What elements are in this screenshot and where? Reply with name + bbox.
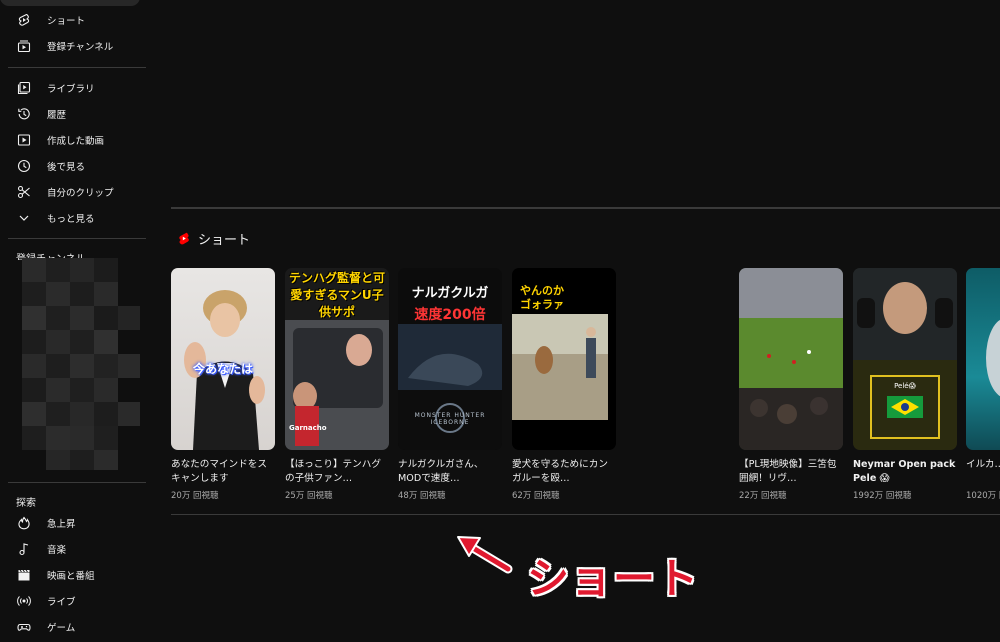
shorts-thumbnail[interactable] — [966, 268, 1000, 450]
shorts-card[interactable]: イルカ…やべぇ… 1020万 回 — [966, 268, 1000, 501]
sidebar-item-your-videos[interactable]: 作成した動画 — [0, 127, 146, 153]
sidebar-divider — [8, 238, 146, 239]
shorts-card[interactable]: 【PL現地映像】三笘包囲網！リヴ… 22万 回視聴 — [739, 268, 843, 501]
sidebar: ショート 登録チャンネル ライブラリ 履歴 作成した動画 後で見る 自分のクリッ… — [0, 0, 146, 642]
sidebar-item-watch-later[interactable]: 後で見る — [0, 153, 146, 179]
shorts-card[interactable]: テンハグ監督と可愛すぎるマンU子供サポ Garnacho 【ほっこり】テンハグの… — [285, 268, 389, 501]
thumbnail-image — [739, 268, 843, 450]
your-videos-icon — [17, 133, 31, 147]
shorts-thumbnail[interactable]: Pelé😱 — [853, 268, 957, 450]
shorts-thumbnail[interactable]: やんのか ゴォラァ — [512, 268, 616, 450]
shorts-title[interactable]: 愛犬を守るためにカンガルーを殴… — [512, 458, 616, 486]
shorts-icon — [17, 13, 31, 27]
shorts-heading: ショート — [198, 233, 251, 248]
shorts-views: 48万 回視聴 — [398, 491, 446, 501]
shorts-card[interactable]: Pelé😱 Neymar Open pack Pele 😱 1992万 回視聴 — [853, 268, 957, 501]
shorts-title[interactable]: 【ほっこり】テンハグの子供ファン… — [285, 458, 389, 486]
thumbnail-image — [853, 268, 957, 450]
sidebar-item-label: 履歴 — [47, 110, 67, 121]
subscriptions-list-mosaic — [22, 258, 140, 470]
history-icon — [17, 107, 31, 121]
sidebar-item-history[interactable]: 履歴 — [0, 101, 146, 127]
sidebar-item-music[interactable]: 音楽 — [0, 536, 146, 562]
sidebar-item-label: 自分のクリップ — [47, 188, 114, 199]
sidebar-item-trending[interactable]: 急上昇 — [0, 510, 146, 536]
shorts-views: 1992万 回視聴 — [853, 491, 912, 501]
sidebar-item-label: 急上昇 — [47, 519, 76, 530]
library-icon — [17, 81, 31, 95]
sidebar-divider — [8, 482, 146, 483]
trending-icon — [17, 516, 31, 530]
annotation-label: ショート — [527, 554, 700, 603]
sidebar-item-label: ライブ — [47, 597, 76, 608]
sidebar-item-live[interactable]: ライブ — [0, 588, 146, 614]
sidebar-item-library[interactable]: ライブラリ — [0, 75, 146, 101]
annotation-arrow-icon — [457, 536, 513, 574]
sidebar-item-label: 作成した動画 — [47, 136, 105, 147]
thumbnail-caption: ナルガクルガ — [411, 286, 489, 301]
shorts-views: 1020万 回 — [966, 491, 1000, 501]
section-divider-top — [171, 207, 1000, 209]
shorts-section-header: ショート — [178, 229, 250, 248]
shorts-thumbnail[interactable]: 今あなたは — [171, 268, 275, 450]
thumbnail-watermark: Garnacho — [289, 424, 327, 432]
sidebar-item-gaming[interactable]: ゲーム — [0, 614, 146, 640]
sidebar-item-clips[interactable]: 自分のクリップ — [0, 179, 146, 205]
sidebar-selected-item[interactable] — [0, 0, 140, 6]
thumbnail-caption-2: 速度200倍 — [414, 307, 486, 323]
shorts-thumbnail[interactable] — [739, 268, 843, 450]
shorts-views: 62万 回視聴 — [512, 491, 560, 501]
live-icon — [17, 594, 31, 608]
shorts-logo-icon — [179, 232, 189, 244]
sidebar-show-more[interactable]: もっと見る — [0, 205, 146, 231]
sidebar-item-movies[interactable]: 映画と番組 — [0, 562, 146, 588]
shorts-card[interactable]: やんのか ゴォラァ 愛犬を守るためにカンガルーを殴… 62万 回視聴 — [512, 268, 616, 501]
shorts-title[interactable]: 【PL現地映像】三笘包囲網！リヴ… — [739, 458, 843, 486]
thumbnail-caption-2: ゴォラァ — [520, 298, 564, 311]
shorts-title[interactable]: Neymar Open pack Pele 😱 — [853, 458, 957, 486]
sidebar-divider — [8, 67, 146, 68]
chevron-down-icon — [17, 211, 31, 225]
shorts-thumbnail[interactable]: テンハグ監督と可愛すぎるマンU子供サポ Garnacho — [285, 268, 389, 450]
shorts-views: 22万 回視聴 — [739, 491, 787, 501]
sidebar-item-shorts[interactable]: ショート — [0, 7, 146, 33]
shorts-title[interactable]: ナルガクルガさん、MODで速度… — [398, 458, 502, 486]
section-divider-bottom — [171, 514, 1000, 515]
sidebar-item-label: ゲーム — [47, 623, 76, 634]
shorts-thumbnail[interactable]: ナルガクルガ 速度200倍 MONSTER HUNTER ICEBORNE — [398, 268, 502, 450]
clips-icon — [17, 185, 31, 199]
shorts-card[interactable]: 今あなたは あなたのマインドをスキャンします 20万 回視聴 — [171, 268, 275, 501]
sidebar-item-label: 映画と番組 — [47, 571, 95, 582]
explore-heading: 探索 — [16, 498, 36, 509]
subscriptions-icon — [17, 39, 31, 53]
movies-icon — [17, 568, 31, 582]
thumbnail-image — [184, 290, 265, 450]
thumbnail-caption: Pelé😱 — [894, 382, 916, 390]
shorts-views: 25万 回視聴 — [285, 491, 333, 501]
shorts-views: 20万 回視聴 — [171, 491, 219, 501]
sidebar-item-label: ライブラリ — [47, 84, 95, 95]
sidebar-item-label: 音楽 — [47, 545, 67, 556]
sidebar-item-label: もっと見る — [47, 214, 95, 225]
gaming-icon — [17, 620, 31, 634]
sidebar-item-label: ショート — [47, 16, 86, 27]
sidebar-item-label: 後で見る — [47, 162, 86, 173]
sidebar-item-subscriptions[interactable]: 登録チャンネル — [0, 33, 146, 59]
shorts-title[interactable]: イルカ…やべぇ… — [966, 458, 1000, 486]
thumbnail-game-logo: MONSTER HUNTER ICEBORNE — [414, 412, 486, 426]
thumbnail-caption: テンハグ監督と可愛すぎるマンU子供サポ — [288, 271, 385, 319]
shorts-title[interactable]: あなたのマインドをスキャンします — [171, 458, 275, 486]
watch-later-icon — [17, 159, 31, 173]
music-icon — [17, 542, 31, 556]
thumbnail-caption: 今あなたは — [192, 362, 253, 376]
shorts-card[interactable]: ナルガクルガ 速度200倍 MONSTER HUNTER ICEBORNE ナル… — [398, 268, 502, 501]
sidebar-item-label: 登録チャンネル — [47, 42, 114, 53]
thumbnail-image — [986, 319, 1000, 397]
